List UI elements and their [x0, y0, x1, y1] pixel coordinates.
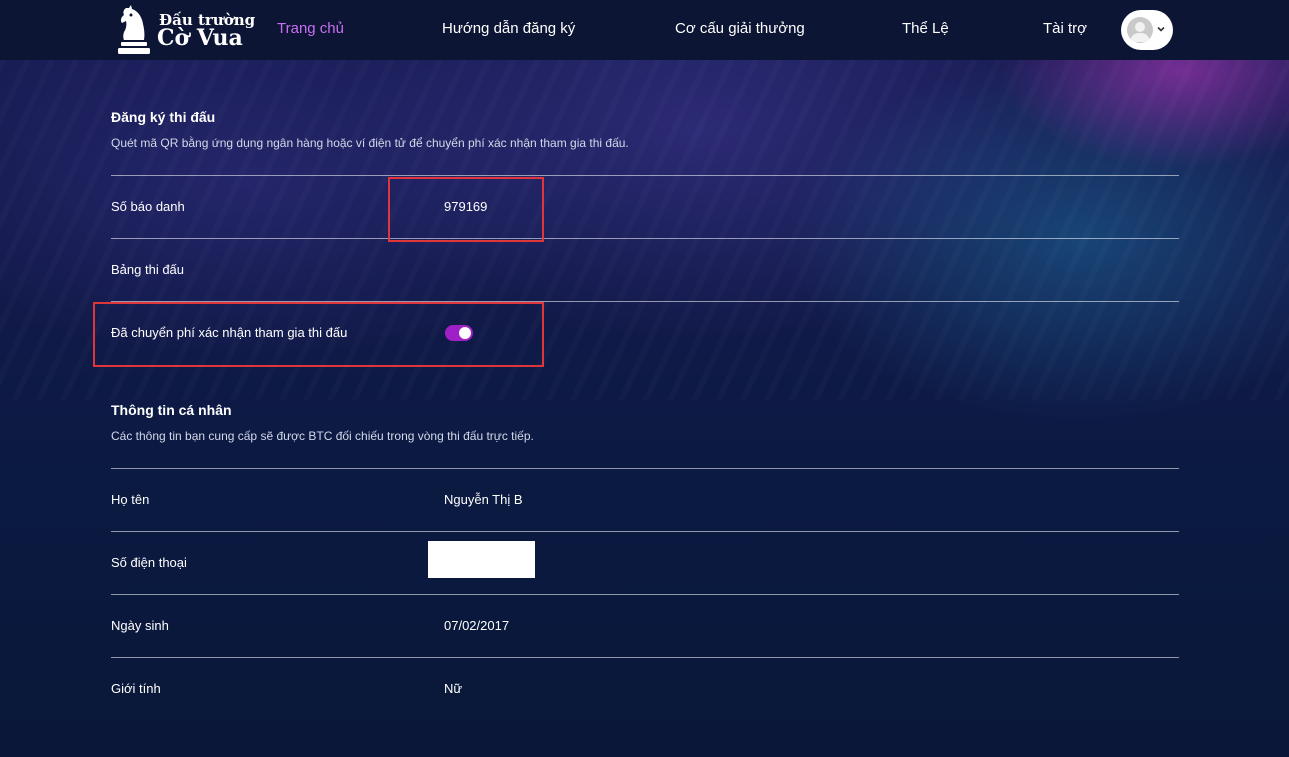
highlight-box-bib-number: [388, 177, 544, 242]
site-logo[interactable]: Đấu trường Cờ Vua: [117, 4, 255, 56]
gender-label: Giới tính: [111, 681, 161, 696]
divider: [111, 594, 1179, 595]
nav-tai-tro[interactable]: Tài trợ: [1043, 20, 1087, 37]
bracket-label: Bảng thi đấu: [111, 262, 185, 277]
nav-co-cau-giai-thuong[interactable]: Cơ cấu giải thưởng: [675, 20, 805, 37]
registration-title: Đăng ký thi đấu: [111, 109, 216, 125]
registration-description: Quét mã QR bằng ứng dụng ngân hàng hoặc …: [111, 136, 629, 150]
full-name-label: Họ tên: [111, 492, 150, 507]
top-navbar: Đấu trường Cờ Vua Trang chủ Hướng dẫn đă…: [0, 0, 1289, 60]
divider: [111, 238, 1179, 239]
divider: [111, 657, 1179, 658]
divider: [111, 468, 1179, 469]
user-avatar-icon: [1127, 17, 1153, 43]
personal-info-title: Thông tin cá nhân: [111, 402, 232, 418]
birth-date-value: 07/02/2017: [444, 618, 510, 633]
birth-date-label: Ngày sinh: [111, 618, 169, 633]
highlight-box-fee-toggle: [93, 302, 544, 367]
nav-the-le[interactable]: Thể Lệ: [902, 20, 949, 37]
phone-label: Số điện thoại: [111, 555, 187, 570]
chevron-down-icon: [1157, 26, 1165, 32]
bib-number-label: Số báo danh: [111, 199, 185, 214]
divider: [111, 531, 1179, 532]
logo-text-line2: Cờ Vua: [157, 25, 243, 51]
gender-value: Nữ: [444, 681, 463, 696]
personal-info-description: Các thông tin bạn cung cấp sẽ được BTC đ…: [111, 429, 534, 443]
account-menu-button[interactable]: [1121, 10, 1173, 50]
chess-knight-icon: [118, 5, 150, 54]
nav-huong-dan-dang-ky[interactable]: Hướng dẫn đăng ký: [442, 20, 575, 37]
divider: [111, 175, 1179, 176]
phone-value-redacted: [428, 541, 535, 578]
full-name-value: Nguyễn Thị B: [444, 492, 523, 507]
nav-trang-chu[interactable]: Trang chủ: [277, 20, 344, 37]
